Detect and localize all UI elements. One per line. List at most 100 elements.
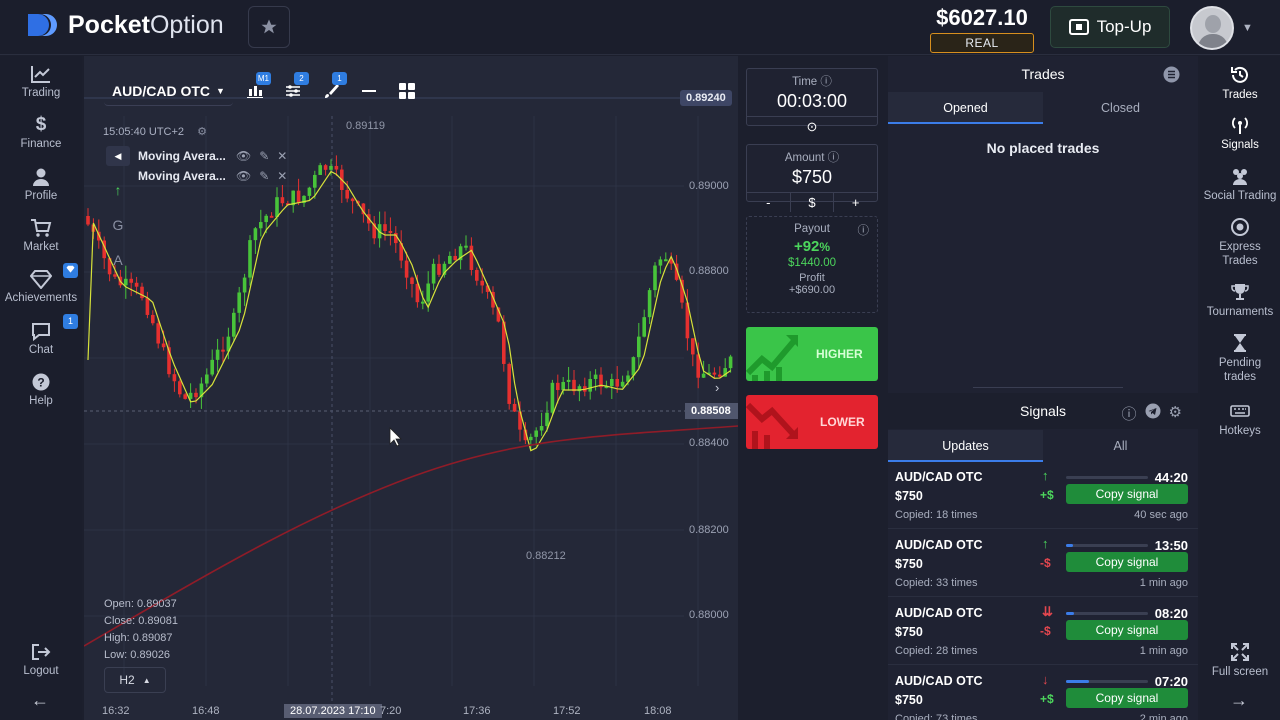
logout-button[interactable]: Logout (0, 642, 82, 677)
arrow-left-icon[interactable]: ← (31, 690, 49, 711)
eye-icon[interactable]: 👁 (236, 169, 251, 183)
balance-display[interactable]: $6027.10 REAL (930, 5, 1034, 53)
timeframe-button[interactable]: H2 ▲ (104, 667, 166, 693)
time-tick: 17:36 (463, 705, 491, 717)
tab-closed[interactable]: Closed (1043, 92, 1198, 124)
favorites-button[interactable] (248, 6, 290, 48)
higher-button[interactable]: HIGHER (746, 327, 878, 381)
chart-line-icon (31, 66, 50, 83)
close-icon[interactable]: ✕ (277, 169, 287, 183)
signal-delta: -$ (1040, 624, 1051, 638)
close-icon[interactable]: ✕ (277, 149, 287, 163)
logout-icon (32, 644, 51, 660)
pencil-icon[interactable]: ✎ (259, 149, 269, 163)
topup-button[interactable]: Top-Up (1050, 6, 1170, 48)
signal-timer: 08:20 (1154, 606, 1188, 621)
gear-icon[interactable]: ⚙ (1169, 403, 1182, 424)
logo[interactable]: PocketOption (24, 10, 224, 40)
sliders-icon (285, 85, 300, 97)
signals-tabs: Updates All (888, 430, 1198, 462)
arrow-up-icon[interactable]: ↑ (106, 178, 130, 202)
telegram-icon[interactable] (1145, 403, 1161, 419)
chart-type-button[interactable]: M1 (239, 72, 271, 106)
minus-icon (361, 90, 376, 92)
sidebar-item-signals[interactable]: Signals (1200, 115, 1280, 152)
indicator-list: ◀ Moving Avera... 👁 ✎ ✕ Moving Avera... … (106, 146, 287, 186)
side-tool-g[interactable]: G (106, 213, 130, 237)
tab-all[interactable]: All (1043, 430, 1198, 462)
chart-type-badge: M1 (255, 72, 271, 85)
drawings-button[interactable]: 1 (315, 72, 347, 106)
sidebar-item-market[interactable]: Market (0, 218, 82, 253)
indicators-badge: 2 (293, 72, 309, 85)
fullscreen-button[interactable]: Full screen (1200, 642, 1280, 679)
brush-icon (324, 84, 339, 98)
amount-decrease-button[interactable]: - (747, 193, 790, 212)
sidebar-item-tournaments[interactable]: Tournaments (1200, 282, 1280, 319)
lower-button[interactable]: LOWER (746, 395, 878, 449)
indicator-row[interactable]: Moving Avera... 👁 ✎ ✕ (106, 166, 287, 186)
sidebar-item-hotkeys[interactable]: Hotkeys (1200, 401, 1280, 438)
currency-toggle-button[interactable]: $ (789, 193, 834, 212)
price-tick: 0.88400 (689, 437, 729, 449)
logo-icon (28, 14, 57, 36)
layout-button[interactable] (391, 76, 423, 106)
sidebar-item-pending-trades[interactable]: Pending trades (1200, 333, 1280, 384)
list-icon[interactable] (1163, 66, 1180, 83)
signal-progress (1066, 612, 1148, 615)
help-icon: ⓘ (827, 152, 840, 164)
sidebar-item-social-trading[interactable]: Social Trading (1200, 166, 1280, 203)
signal-age: 40 sec ago (1134, 509, 1188, 521)
gear-icon[interactable]: ⚙ (197, 126, 207, 138)
candles-icon (246, 86, 263, 98)
amount-increase-button[interactable]: + (833, 193, 877, 212)
arrow-up-icon: ↑ (1042, 468, 1049, 483)
chart-clock: 15:05:40 UTC+2 ⚙ (103, 126, 207, 138)
copy-signal-button[interactable]: Copy signal (1066, 620, 1188, 640)
chart-down-icon (746, 402, 798, 449)
collapse-icon[interactable]: ◀ (106, 146, 130, 166)
eye-icon[interactable]: 👁 (236, 149, 251, 163)
tab-opened[interactable]: Opened (888, 92, 1043, 124)
user-menu[interactable]: ▼ (1190, 6, 1253, 50)
signal-asset: AUD/CAD OTC (895, 606, 983, 620)
signal-age: 2 min ago (1139, 713, 1188, 720)
diamond-icon (30, 270, 52, 289)
empty-trades-message: No placed trades (986, 140, 1100, 156)
signal-copied-count: Copied: 73 times (895, 713, 978, 720)
sidebar-item-trades[interactable]: Trades (1200, 65, 1280, 102)
history-icon (1231, 66, 1248, 83)
signal-item: AUD/CAD OTC $750 Copied: 73 times ↓ +$ 07:20 C… (888, 667, 1198, 720)
panel-resize-handle[interactable] (973, 387, 1123, 388)
sidebar-item-finance[interactable]: $ Finance (0, 115, 82, 151)
indicators-button[interactable]: 2 (277, 72, 309, 106)
help-icon[interactable]: ⓘ (1122, 403, 1137, 424)
time-box[interactable]: Time ⓘ 00:03:00 ⊙ (746, 68, 878, 134)
trades-title: Trades (1021, 66, 1065, 82)
arrow-right-icon[interactable]: → (1230, 690, 1248, 711)
side-tool-a[interactable]: A (106, 248, 130, 272)
asset-selector[interactable]: AUD/CAD OTC ▼ (104, 76, 233, 106)
help-icon[interactable]: ⓘ (858, 222, 870, 238)
pencil-icon[interactable]: ✎ (259, 169, 269, 183)
signal-asset: AUD/CAD OTC (895, 674, 983, 688)
signal-delta: +$ (1040, 692, 1054, 706)
price-tick: 0.88800 (689, 265, 729, 277)
indicator-row[interactable]: ◀ Moving Avera... 👁 ✎ ✕ (106, 146, 287, 166)
sidebar-item-trading[interactable]: Trading (0, 64, 82, 99)
tab-updates[interactable]: Updates (888, 430, 1043, 462)
sidebar-item-help[interactable]: ? Help (0, 372, 82, 407)
copy-signal-button[interactable]: Copy signal (1066, 484, 1188, 504)
sidebar-item-express-trades[interactable]: Express Trades (1200, 217, 1280, 268)
current-price-top: 0.89240 (680, 90, 732, 106)
signals-header: Signals ⓘ ⚙ (888, 393, 1198, 429)
amount-box[interactable]: Amount ⓘ $750 - $ + (746, 144, 878, 212)
social-icon (1233, 169, 1247, 185)
copy-signal-button[interactable]: Copy signal (1066, 552, 1188, 572)
sidebar-item-profile[interactable]: Profile (0, 167, 82, 202)
chart-area[interactable]: AUD/CAD OTC ▼ M1 2 1 15:05:40 UTC+2 ⚙ ◀ … (84, 56, 738, 720)
clock-icon[interactable]: ⊙ (747, 117, 877, 136)
minus-button[interactable] (353, 76, 385, 106)
scroll-right-icon[interactable]: › (715, 380, 719, 395)
copy-signal-button[interactable]: Copy signal (1066, 688, 1188, 708)
